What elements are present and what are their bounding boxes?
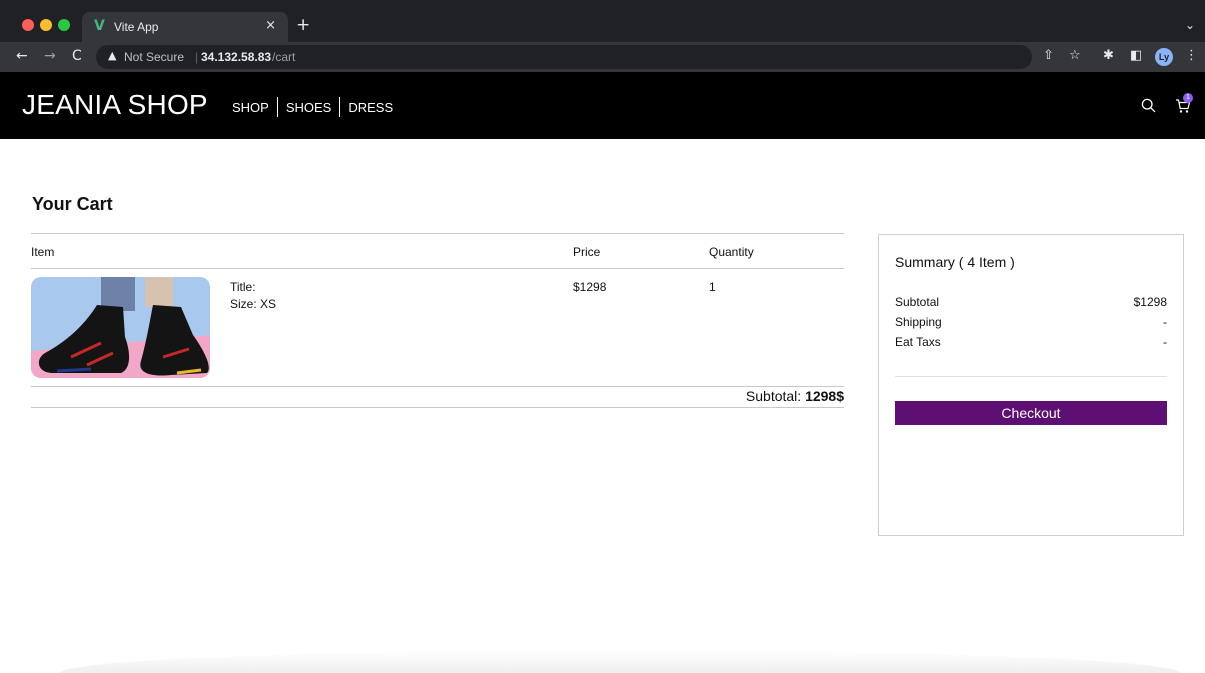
summary-label: Subtotal	[895, 295, 940, 309]
url-host: 34.132.58.83	[201, 50, 272, 64]
nav-link-dress[interactable]: DRESS	[340, 100, 401, 115]
cart-count-badge: 1	[1183, 93, 1193, 103]
new-tab-button[interactable]: +	[296, 16, 310, 34]
bottom-shadow	[60, 650, 1180, 673]
address-bar[interactable]: ▲ Not Secure | 34.132.58.83 /cart	[96, 45, 1032, 69]
summary-label: Eat Taxs	[895, 335, 941, 349]
tab-search-chevron-icon[interactable]: ⌄	[1185, 18, 1195, 32]
nav-link-shoes[interactable]: SHOES	[278, 100, 340, 115]
forward-arrow-icon[interactable]: →	[44, 48, 56, 64]
reload-icon[interactable]: C	[72, 48, 82, 64]
product-title-label: Title:	[230, 280, 256, 294]
close-window-button[interactable]	[22, 19, 34, 31]
site-header: JEANIA SHOP SHOP SHOES DRESS 1	[0, 72, 1205, 139]
more-menu-icon[interactable]: ⋮	[1185, 49, 1198, 63]
product-price: $1298	[573, 280, 607, 294]
product-quantity[interactable]: 1	[709, 280, 716, 294]
table-top-border	[31, 233, 844, 234]
page-title: Your Cart	[32, 194, 113, 214]
product-image[interactable]	[31, 277, 210, 378]
table-bottom-border	[31, 407, 844, 408]
tab-title: Vite App	[114, 20, 159, 34]
nav-link-shop[interactable]: SHOP	[224, 100, 277, 115]
bookmark-star-icon[interactable]: ☆	[1069, 49, 1081, 63]
extensions-puzzle-icon[interactable]: ✱	[1103, 49, 1114, 63]
table-header-border	[31, 268, 844, 269]
site-logo[interactable]: JEANIA SHOP	[22, 89, 208, 121]
summary-value: $1298	[1133, 295, 1167, 309]
tab-close-icon[interactable]: ×	[265, 18, 276, 33]
column-header-quantity: Quantity	[709, 245, 754, 259]
side-panel-icon[interactable]: ◧	[1130, 49, 1142, 63]
summary-label: Shipping	[895, 315, 942, 329]
cart-subtotal: Subtotal: 1298$	[746, 388, 844, 404]
main-nav: SHOP SHOES DRESS	[224, 97, 401, 117]
tab-bar: V Vite App × + ⌄	[0, 6, 1205, 42]
maximize-window-button[interactable]	[58, 19, 70, 31]
order-summary-panel: Summary ( 4 Item ) Subtotal $1298 Shippi…	[878, 234, 1184, 536]
minimize-window-button[interactable]	[40, 19, 52, 31]
browser-tab-active[interactable]: V Vite App ×	[82, 12, 288, 42]
summary-value: -	[1163, 335, 1167, 349]
subtotal-value: 1298$	[805, 388, 844, 404]
product-size: Size: XS	[230, 297, 277, 311]
browser-toolbar: ← → C ▲ Not Secure | 34.132.58.83 /cart …	[0, 42, 1205, 72]
vite-favicon-icon: V	[94, 18, 105, 34]
back-arrow-icon[interactable]: ←	[16, 48, 28, 64]
share-icon[interactable]: ⇧	[1043, 49, 1054, 63]
checkout-button[interactable]: Checkout	[895, 401, 1167, 425]
browser-chrome: V Vite App × + ⌄ ← → C ▲ Not Secure | 34…	[0, 0, 1205, 72]
security-label: Not Secure	[124, 50, 185, 64]
column-header-item: Item	[31, 245, 55, 259]
url-path: /cart	[272, 50, 296, 64]
summary-title: Summary ( 4 Item )	[895, 254, 1015, 270]
warning-triangle-icon[interactable]: ▲	[108, 49, 116, 62]
subtotal-label: Subtotal:	[745, 388, 802, 404]
address-separator: |	[195, 50, 199, 64]
search-icon[interactable]	[1141, 98, 1156, 113]
table-row-border	[31, 386, 844, 387]
summary-value: -	[1163, 315, 1167, 329]
profile-avatar[interactable]: Ly	[1155, 48, 1173, 66]
summary-divider	[895, 376, 1167, 377]
column-header-price: Price	[573, 245, 601, 259]
